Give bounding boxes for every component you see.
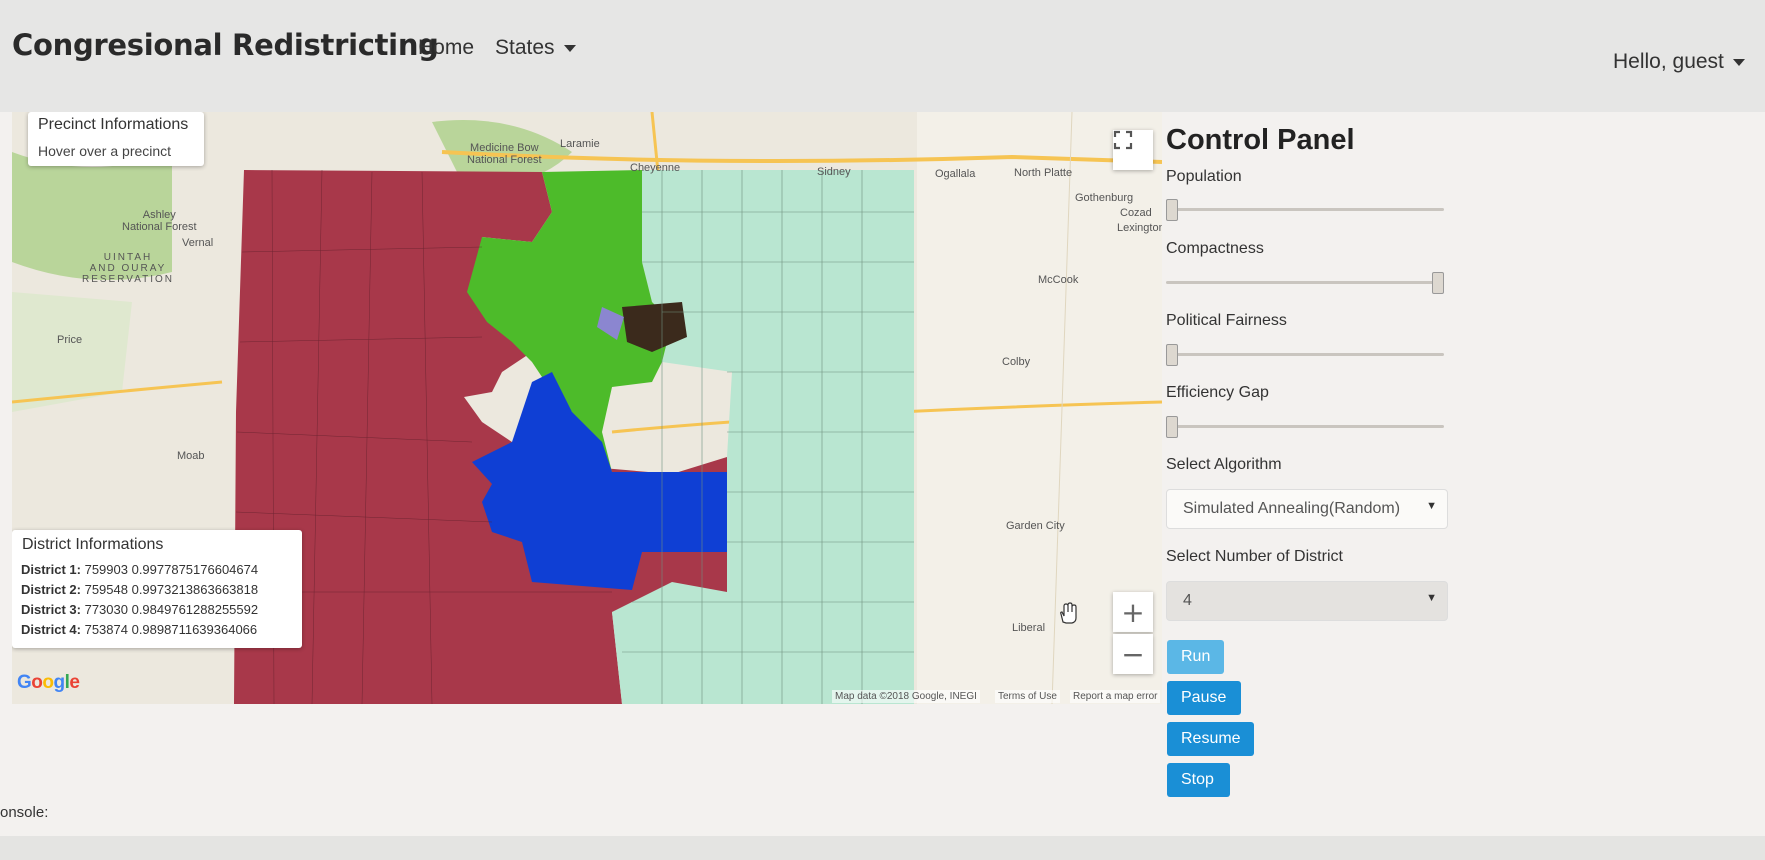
map-label: Garden City (1006, 520, 1065, 532)
political-fairness-slider[interactable] (1166, 344, 1444, 366)
district-row-label: District 3: (21, 602, 81, 617)
navbar: Congresional Redistricting Home States H… (0, 0, 1765, 112)
district-row-label: District 1: (21, 562, 81, 577)
nav-home-link[interactable]: Home (418, 36, 474, 60)
precinct-info-box: Precinct Informations Hover over a preci… (28, 112, 204, 166)
brand-title[interactable]: Congresional Redistricting (12, 28, 439, 62)
district-count-select[interactable]: 4 ▼ (1166, 581, 1448, 621)
fullscreen-icon (1113, 130, 1133, 150)
zoom-out-button[interactable]: − (1113, 634, 1153, 674)
google-logo: Google (17, 672, 80, 693)
map-label: Ogallala (935, 168, 976, 180)
hand-cursor-icon (1060, 602, 1077, 624)
district-row-label: District 4: (21, 622, 81, 637)
district-count-value: 4 (1183, 592, 1192, 609)
map-label: Cheyenne (630, 162, 681, 174)
slider-label: Political Fairness (1166, 312, 1287, 329)
nav-states-label: States (495, 36, 555, 59)
run-button[interactable]: Run (1167, 640, 1224, 674)
slider-label: Efficiency Gap (1166, 384, 1269, 401)
map-label: Gothenburg (1075, 192, 1134, 204)
district-info-box: District Informations District 1: 759903… (12, 530, 302, 648)
map-label: Price (57, 334, 83, 346)
district-row-value: 759903 0.9977875176604674 (84, 562, 259, 577)
caret-down-icon (563, 44, 576, 52)
slider-label: Population (1166, 168, 1242, 185)
resume-button[interactable]: Resume (1167, 722, 1254, 756)
greeting-label: Hello, guest (1613, 50, 1724, 73)
map-label: Vernal (182, 237, 214, 249)
nav-states-dropdown[interactable]: States (495, 36, 576, 60)
map-view[interactable]: Medicine Bow National Forest Laramie Chey… (12, 112, 1162, 704)
algorithm-select[interactable]: Simulated Annealing(Random) ▼ (1166, 489, 1448, 529)
map-label: Sidney (817, 166, 851, 178)
slider-handle[interactable] (1166, 416, 1178, 438)
slider-handle[interactable] (1166, 344, 1178, 366)
map-label: Lexington (1117, 222, 1162, 234)
map-label: Laramie (560, 138, 600, 150)
slider-label: Compactness (1166, 240, 1264, 257)
pause-button[interactable]: Pause (1167, 681, 1241, 715)
precinct-info-hint: Hover over a precinct (38, 143, 172, 159)
dropdown-arrow-icon: ▼ (1426, 500, 1437, 512)
console-label: onsole: (0, 804, 49, 821)
district-info-row: District 3: 773030 0.9849761288255592 (21, 602, 258, 617)
stop-button[interactable]: Stop (1167, 763, 1230, 797)
map-label: North Platte (1014, 167, 1073, 179)
population-slider[interactable] (1166, 199, 1444, 221)
district-info-row: District 2: 759548 0.9973213863663818 (21, 582, 258, 597)
caret-down-icon (1732, 58, 1745, 66)
map-data-attribution: Map data ©2018 Google, INEGI (832, 690, 980, 703)
district-row-label: District 2: (21, 582, 81, 597)
slider-handle[interactable] (1166, 199, 1178, 221)
terms-of-use-link[interactable]: Terms of Use (995, 690, 1060, 703)
zoom-in-button[interactable]: + (1113, 592, 1153, 632)
district-info-row: District 1: 759903 0.9977875176604674 (21, 562, 258, 577)
district-info-row: District 4: 753874 0.9898711639364066 (21, 622, 257, 637)
map-label: Liberal (1012, 622, 1046, 634)
map-label: Cozad (1120, 207, 1152, 219)
district-row-value: 759548 0.9973213863663818 (84, 582, 259, 597)
district-info-title: District Informations (22, 536, 164, 553)
footer-band (0, 836, 1765, 860)
district-row-value: 753874 0.9898711639364066 (84, 622, 258, 637)
control-panel-title: Control Panel (1166, 124, 1355, 156)
map-label: Medicine Bow National Forest (467, 142, 542, 166)
user-greeting-dropdown[interactable]: Hello, guest (1613, 50, 1745, 74)
algorithm-select-value: Simulated Annealing(Random) (1183, 500, 1401, 517)
map-label: Colby (1002, 356, 1031, 368)
map-label: UINTAH AND OURAY RESERVATION (82, 252, 175, 285)
algorithm-label: Select Algorithm (1166, 456, 1282, 473)
efficiency-gap-slider[interactable] (1166, 416, 1444, 438)
map-label: Moab (177, 450, 205, 462)
district-count-label: Select Number of District (1166, 548, 1343, 565)
dropdown-arrow-icon: ▼ (1426, 592, 1437, 604)
report-map-error-link[interactable]: Report a map error (1070, 690, 1161, 703)
slider-handle[interactable] (1432, 272, 1444, 294)
map-label: Ashley National Forest (122, 209, 197, 233)
compactness-slider[interactable] (1166, 272, 1444, 294)
map-label: McCook (1038, 274, 1079, 286)
fullscreen-button[interactable] (1113, 130, 1153, 170)
precinct-info-title: Precinct Informations (38, 116, 189, 133)
district-row-value: 773030 0.9849761288255592 (84, 602, 259, 617)
